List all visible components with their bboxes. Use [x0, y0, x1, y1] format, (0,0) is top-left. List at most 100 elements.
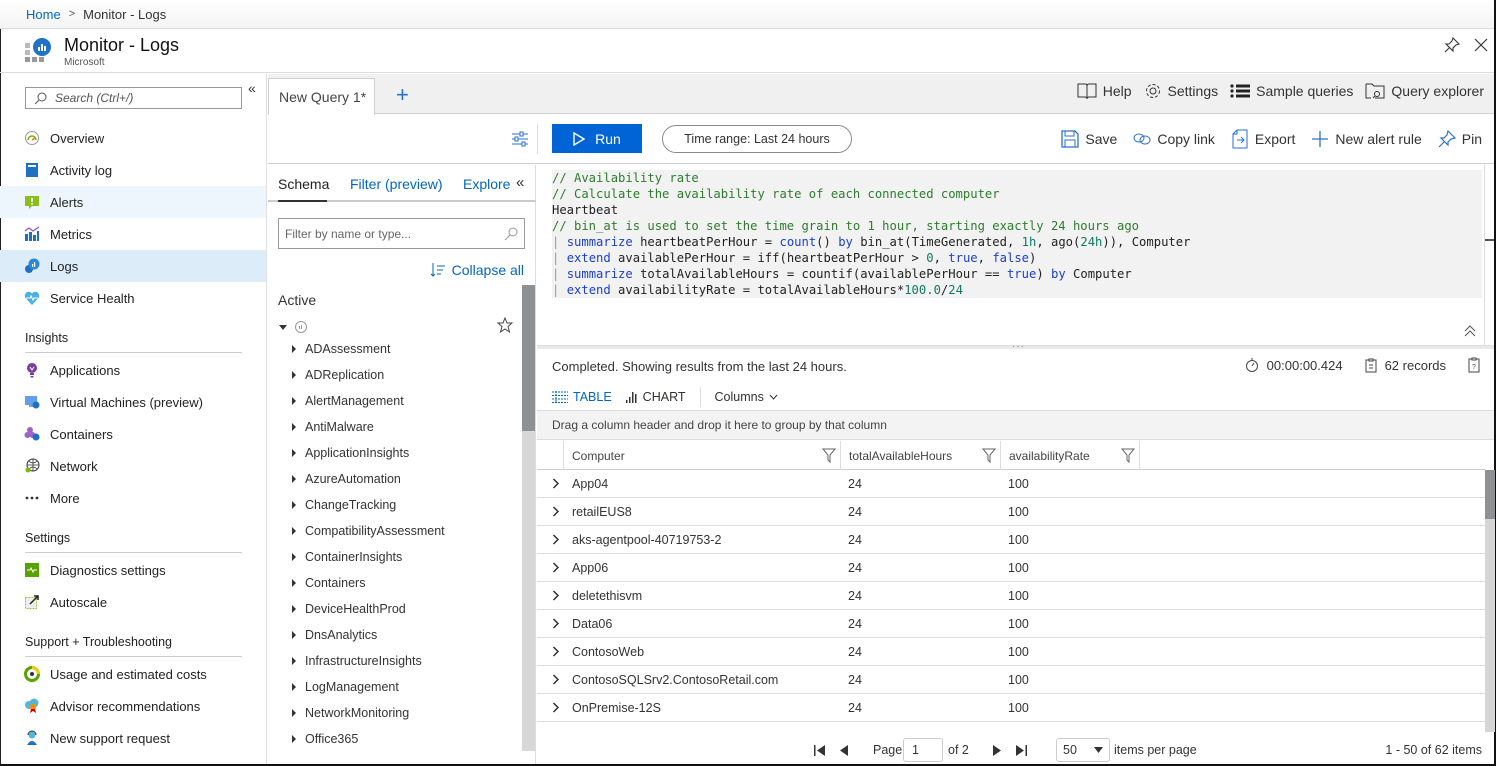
first-page-icon[interactable] — [814, 745, 826, 756]
editor-scrollbar[interactable] — [1485, 165, 1494, 345]
chevron-right-icon[interactable] — [552, 478, 560, 489]
nav-item-activity-log[interactable]: Activity log — [0, 154, 266, 186]
pin-button[interactable]: Pin — [1438, 130, 1482, 148]
chevron-right-icon[interactable] — [552, 674, 560, 685]
breadcrumb-home-link[interactable]: Home — [26, 7, 61, 22]
results-scrollbar[interactable] — [1485, 470, 1495, 732]
nav-item-logs[interactable]: Logs — [0, 250, 266, 282]
tab-filter-preview[interactable]: Filter (preview) — [350, 176, 443, 192]
table-row[interactable]: retailEUS8 24 100 — [537, 498, 1485, 526]
copy-link-button[interactable]: Copy link — [1133, 131, 1215, 147]
schema-table-item[interactable]: DnsAnalytics — [292, 625, 377, 645]
query-settings-icon[interactable] — [511, 130, 529, 148]
tab-schema[interactable]: Schema — [278, 176, 329, 202]
schema-table-item[interactable]: ContainerInsights — [292, 547, 402, 567]
workspace-row[interactable] — [278, 317, 513, 337]
nav-item-virtual-machines[interactable]: Virtual Machines (preview) — [0, 386, 266, 418]
nav-item-network[interactable]: Network — [0, 450, 266, 482]
help-button[interactable]: Help — [1077, 82, 1132, 100]
tab-new-query-1[interactable]: New Query 1* — [268, 78, 375, 115]
tab-chart[interactable]: CHART — [625, 390, 686, 404]
table-row[interactable]: App04 24 100 — [537, 470, 1485, 498]
schema-table-item[interactable]: Containers — [292, 573, 365, 593]
time-range-button[interactable]: Time range: Last 24 hours — [662, 125, 852, 153]
last-page-icon[interactable] — [1015, 745, 1027, 756]
table-row[interactable]: ContosoWeb 24 100 — [537, 638, 1485, 666]
results-scrollbar-thumb[interactable] — [1485, 470, 1495, 519]
nav-item-alerts[interactable]: Alerts — [0, 186, 266, 218]
chevron-right-icon[interactable] — [552, 590, 560, 601]
schema-table-item[interactable]: InfrastructureInsights — [292, 651, 422, 671]
chevron-right-icon[interactable] — [552, 646, 560, 657]
schema-table-item[interactable]: Office365 — [292, 729, 358, 749]
schema-table-item[interactable]: NetworkMonitoring — [292, 703, 409, 723]
nav-collapse-button[interactable]: « — [248, 80, 256, 96]
group-by-drop-zone[interactable]: Drag a column header and drop it here to… — [537, 410, 1494, 440]
column-header-availability-rate[interactable]: availabilityRate — [1001, 441, 1140, 470]
schema-scrollbar[interactable] — [522, 285, 535, 751]
schema-table-item[interactable]: ApplicationInsights — [292, 443, 409, 463]
schema-table-item[interactable]: AntiMalware — [292, 417, 374, 437]
table-row[interactable] — [537, 722, 1485, 730]
nav-item-advisor[interactable]: Advisor recommendations — [0, 690, 266, 722]
columns-dropdown[interactable]: Columns — [715, 390, 778, 404]
schema-table-item[interactable]: ADAssessment — [292, 339, 390, 359]
chevron-right-icon[interactable] — [552, 702, 560, 713]
nav-item-applications[interactable]: Applications — [0, 354, 266, 386]
filter-icon[interactable] — [822, 448, 836, 463]
schema-table-item[interactable]: CompatibilityAssessment — [292, 521, 445, 541]
save-button[interactable]: Save — [1061, 130, 1117, 148]
query-details-icon[interactable]: ? — [1468, 357, 1480, 373]
previous-page-icon[interactable] — [839, 745, 849, 756]
column-header-total-available-hours[interactable]: totalAvailableHours — [841, 441, 1001, 470]
nav-item-metrics[interactable]: Metrics — [0, 218, 266, 250]
query-editor[interactable]: // Availability rate // Calculate the av… — [537, 165, 1485, 345]
table-row[interactable]: OnPremise-12S 24 100 — [537, 694, 1485, 722]
nav-item-autoscale[interactable]: Autoscale — [0, 586, 266, 618]
nav-item-usage-costs[interactable]: Usage and estimated costs — [0, 658, 266, 690]
tab-table[interactable]: TABLE — [552, 390, 612, 404]
items-per-page-select[interactable]: 50 — [1056, 738, 1110, 762]
table-row[interactable]: aks-agentpool-40719753-2 24 100 — [537, 526, 1485, 554]
schema-table-item[interactable]: LogManagement — [292, 677, 399, 697]
column-header-computer[interactable]: Computer — [564, 441, 841, 470]
pin-blade-icon[interactable] — [1444, 37, 1460, 53]
schema-table-item[interactable]: AlertManagement — [292, 391, 404, 411]
nav-item-service-health[interactable]: Service Health — [0, 282, 266, 314]
chevron-right-icon[interactable] — [552, 562, 560, 573]
collapse-editor-icon[interactable] — [1464, 325, 1476, 337]
nav-item-diagnostics-settings[interactable]: Diagnostics settings — [0, 554, 266, 586]
export-button[interactable]: Export — [1231, 129, 1295, 149]
table-row[interactable]: Data06 24 100 — [537, 610, 1485, 638]
settings-button[interactable]: Settings — [1144, 82, 1218, 100]
schema-table-item[interactable]: ChangeTracking — [292, 495, 396, 515]
tab-explore[interactable]: Explore — [463, 176, 510, 192]
add-tab-button[interactable]: + — [396, 82, 409, 108]
collapse-all-button[interactable]: Collapse all — [430, 262, 524, 278]
table-row[interactable]: deletethisvm 24 100 — [537, 582, 1485, 610]
nav-item-containers[interactable]: Containers — [0, 418, 266, 450]
table-row[interactable]: ContosoSQLSrv2.ContosoRetail.com 24 100 — [537, 666, 1485, 694]
sample-queries-button[interactable]: Sample queries — [1230, 83, 1353, 99]
new-alert-rule-button[interactable]: New alert rule — [1311, 130, 1422, 148]
filter-icon[interactable] — [982, 448, 996, 463]
next-page-icon[interactable] — [992, 745, 1002, 756]
filter-icon[interactable] — [1121, 448, 1135, 463]
schema-table-item[interactable]: ADReplication — [292, 365, 384, 385]
schema-scrollbar-thumb[interactable] — [522, 285, 535, 431]
schema-filter-input[interactable]: Filter by name or type... — [278, 218, 525, 249]
chevron-right-icon[interactable] — [552, 534, 560, 545]
favorite-star-icon[interactable] — [497, 317, 513, 333]
close-blade-icon[interactable] — [1473, 37, 1489, 53]
pane-splitter[interactable]: ··· — [537, 341, 1494, 352]
chevron-right-icon[interactable] — [552, 618, 560, 629]
page-number-input[interactable]: 1 — [903, 738, 943, 762]
run-button[interactable]: Run — [552, 124, 642, 153]
schema-table-item[interactable]: DeviceHealthProd — [292, 599, 406, 619]
nav-item-more[interactable]: More — [0, 482, 266, 514]
query-code[interactable]: // Availability rate // Calculate the av… — [552, 170, 1482, 298]
schema-collapse-button[interactable]: « — [516, 174, 524, 191]
nav-item-new-support-request[interactable]: New support request — [0, 722, 266, 754]
nav-search-input[interactable]: Search (Ctrl+/) — [25, 87, 242, 109]
table-row[interactable]: App06 24 100 — [537, 554, 1485, 582]
